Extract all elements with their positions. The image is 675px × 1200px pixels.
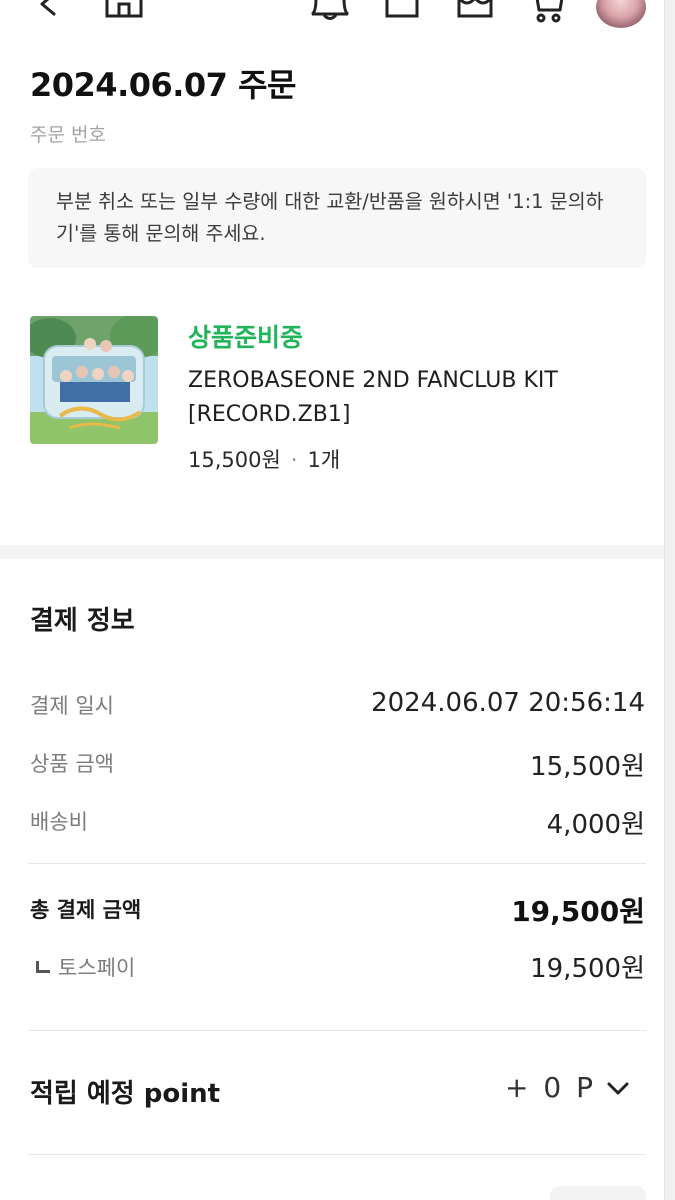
bottom-button[interactable] — [550, 1186, 646, 1200]
payment-method-name: 토스페이 — [58, 956, 136, 980]
scrollbar[interactable] — [664, 0, 675, 1200]
order-number-label: 주문 번호 — [30, 124, 106, 146]
payment-method-label: 토스페이 — [36, 952, 135, 982]
expected-points-label: 적립 예정 point — [30, 1079, 221, 1109]
total-amount-label: 총 결제 금액 — [30, 898, 142, 922]
notice-text: 부분 취소 또는 일부 수량에 대한 교환/반품을 원하시면 '1:1 문의하기… — [56, 190, 604, 245]
product-quantity: 1개 — [307, 448, 341, 472]
expected-points-value[interactable]: + 0 P — [505, 1071, 596, 1104]
divider — [28, 1154, 646, 1155]
cart-icon[interactable] — [528, 0, 564, 28]
notice-box: 부분 취소 또는 일부 수량에 대한 교환/반품을 원하시면 '1:1 문의하기… — [28, 168, 646, 268]
product-price-row: 15,500원 · 1개 — [188, 444, 340, 474]
shipping-fee-label: 배송비 — [30, 810, 88, 834]
product-amount-label: 상품 금액 — [30, 752, 114, 776]
chevron-down-icon[interactable] — [606, 1076, 630, 1104]
total-amount-value: 19,500원 — [511, 895, 645, 928]
product-name[interactable]: ZEROBASEONE 2ND FANCLUB KIT [RECORD.ZB1] — [188, 364, 628, 432]
sub-item-corner-icon — [36, 961, 50, 973]
section-divider — [0, 545, 664, 559]
bell-icon[interactable] — [310, 0, 350, 24]
payment-date-label: 결제 일시 — [30, 694, 114, 718]
shipping-fee-value: 4,000원 — [546, 810, 645, 840]
product-amount-value: 15,500원 — [530, 752, 645, 782]
product-thumbnail[interactable] — [30, 316, 158, 444]
top-navigation-bar — [0, 0, 675, 28]
page-title: 2024.06.07 주문 — [30, 66, 296, 104]
divider — [28, 863, 646, 864]
separator-dot: · — [290, 448, 298, 472]
payment-method-value: 19,500원 — [530, 954, 645, 984]
home-icon[interactable] — [104, 0, 144, 24]
bookmark-icon[interactable] — [384, 0, 420, 24]
order-status: 상품준비중 — [188, 323, 304, 352]
shop-icon[interactable] — [456, 0, 494, 24]
payment-section-title: 결제 정보 — [30, 606, 135, 636]
divider — [28, 1030, 646, 1031]
payment-date-value: 2024.06.07 20:56:14 — [371, 688, 645, 718]
back-arrow-icon[interactable] — [36, 0, 60, 24]
avatar[interactable] — [596, 0, 646, 28]
product-price: 15,500원 — [188, 448, 281, 472]
